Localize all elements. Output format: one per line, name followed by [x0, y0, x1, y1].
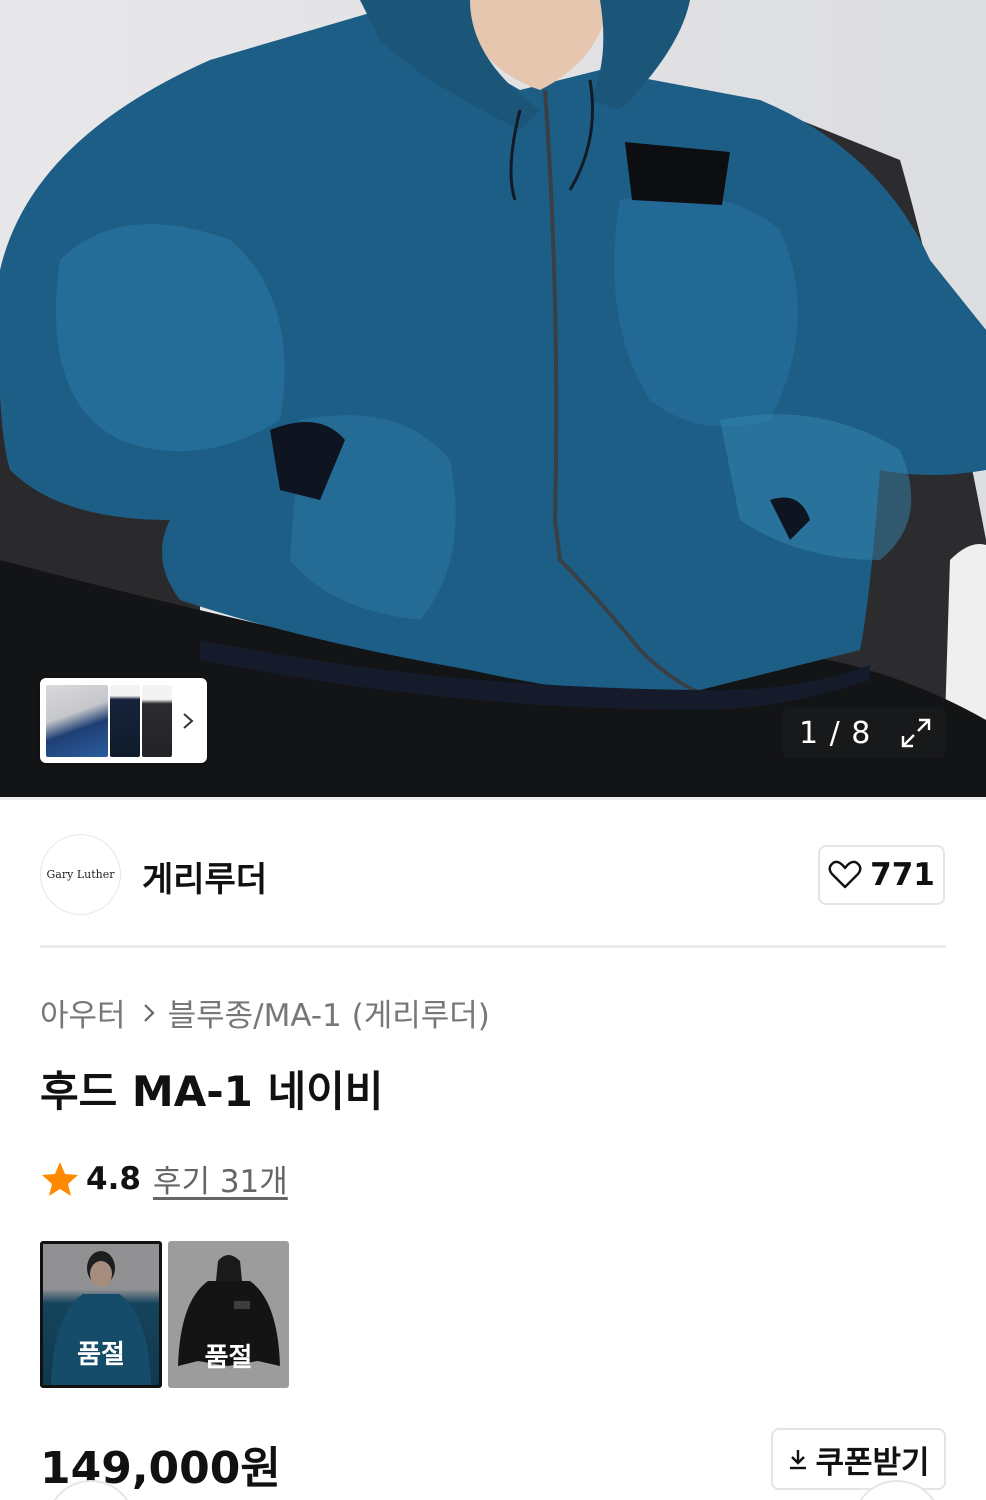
sold-out-label: 품절	[77, 1340, 125, 1370]
color-option-navy[interactable]: 품절	[40, 1241, 162, 1388]
brand-logo[interactable]: Gary Luther	[40, 834, 121, 915]
section-divider	[40, 945, 946, 948]
brand-logo-text: Gary Luther	[46, 868, 115, 881]
expand-icon[interactable]	[899, 716, 933, 750]
heart-icon	[828, 860, 862, 889]
breadcrumb-item-outer[interactable]: 아우터	[40, 990, 126, 1035]
product-image[interactable]: 1 / 8	[0, 0, 986, 800]
reviews-link[interactable]: 후기 31개	[153, 1156, 288, 1201]
brand-name[interactable]: 게리루더	[142, 852, 267, 901]
color-option-black[interactable]: 품절	[168, 1241, 289, 1388]
coupon-button-label: 쿠폰받기	[815, 1444, 930, 1481]
download-icon	[790, 1450, 807, 1470]
color-options: 품절 품절	[40, 1241, 289, 1388]
product-title: 후드 MA-1 네이비	[40, 1067, 384, 1116]
gallery-counter: 1 / 8	[783, 708, 945, 758]
breadcrumb: 아우터 블루종/MA-1 (게리루더)	[40, 990, 490, 1035]
gallery-thumbnail-1[interactable]	[46, 684, 108, 757]
sold-out-label: 품절	[204, 1343, 253, 1373]
coupon-button[interactable]: 쿠폰받기	[771, 1428, 946, 1490]
gallery-page-indicator: 1 / 8	[799, 715, 872, 751]
chevron-right-icon	[143, 1003, 155, 1022]
gallery-thumbnail-strip[interactable]	[40, 678, 207, 763]
chevron-right-icon[interactable]	[182, 712, 194, 730]
breadcrumb-item-category[interactable]: 블루종/MA-1 (게리루더)	[168, 990, 490, 1035]
gallery-thumbnail-3[interactable]	[142, 684, 172, 757]
product-rating: 4.8 후기 31개	[40, 1156, 288, 1201]
rating-score: 4.8	[86, 1160, 141, 1197]
star-icon	[42, 1161, 78, 1196]
like-count: 771	[870, 857, 935, 893]
gallery-thumbnail-2[interactable]	[110, 684, 140, 757]
like-button[interactable]: 771	[818, 845, 945, 905]
